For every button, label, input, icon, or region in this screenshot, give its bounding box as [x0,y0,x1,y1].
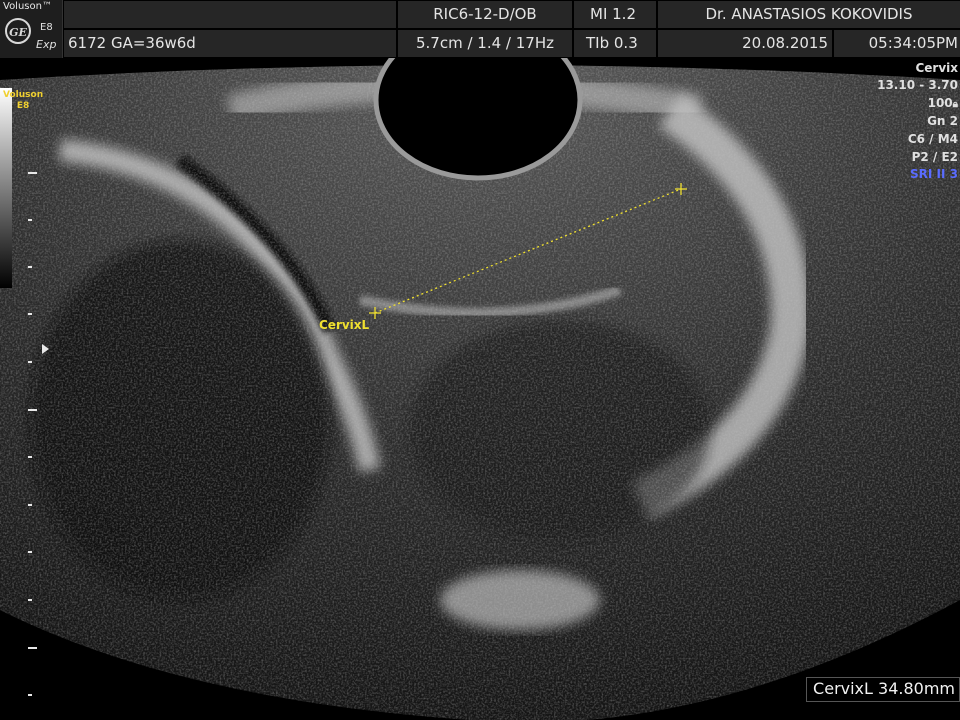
side-brand-line1: Voluson [3,90,44,100]
preset-name: Cervix [915,61,958,75]
header-blank-cell [64,1,396,28]
depth-tick [28,599,32,601]
ge-logo-icon: GE [5,18,31,44]
depth-tick [28,456,32,458]
lock-icon: 🔒︎ [952,99,958,110]
measurement-result: CervixL 34.80mm [806,677,960,702]
logo-area: Voluson™ GE E8 Exp [0,0,63,58]
depth-tick [28,361,32,363]
depth-tick [28,313,32,315]
depth-tick [28,219,32,221]
depth-tick [28,647,37,649]
side-brand: Voluson E8 [3,90,43,112]
depth-frequency: 5.7cm / 1.4 / 17Hz [398,30,572,57]
ultrasound-scan-graphic [0,58,960,720]
ultrasound-image[interactable] [0,58,960,720]
brand-name: Voluson™ [3,1,52,12]
caliper-label[interactable]: CervixL [319,318,369,332]
grayscale-bar [0,88,12,288]
frequency-range: 13.10 - 3.70 [877,78,958,92]
pe-value: P2 / E2 [911,150,958,164]
depth-tick [28,694,32,696]
power-value: 100🔒︎ [928,95,958,113]
power-text: 100 [927,96,953,110]
mi-value: MI 1.2 [574,1,656,28]
depth-tick [28,172,37,174]
probe-label: RIC6-12-D/OB [398,1,572,28]
focus-marker-icon[interactable] [42,344,49,354]
side-brand-line2: E8 [16,101,30,111]
depth-tick [28,551,32,553]
model-name: E8 [40,22,53,33]
model-sub: Exp [36,38,57,51]
depth-tick [28,409,37,411]
header-bar: Voluson™ GE E8 Exp RIC6-12-D/OB MI 1.2 D… [0,0,960,58]
operator-name: Dr. ANASTASIOS KOKOVIDIS [658,1,960,28]
exam-time: 05:34:05PM [834,30,960,57]
exam-date: 20.08.2015 [658,30,832,57]
depth-tick [28,266,32,268]
gain-value: Gn 2 [927,114,958,128]
sri-value: SRI II 3 [910,167,958,181]
depth-tick [28,504,32,506]
cm-value: C6 / M4 [907,132,958,146]
tib-value: TIb 0.3 [574,30,656,57]
patient-info: 6172 GA=36w6d [64,30,396,57]
